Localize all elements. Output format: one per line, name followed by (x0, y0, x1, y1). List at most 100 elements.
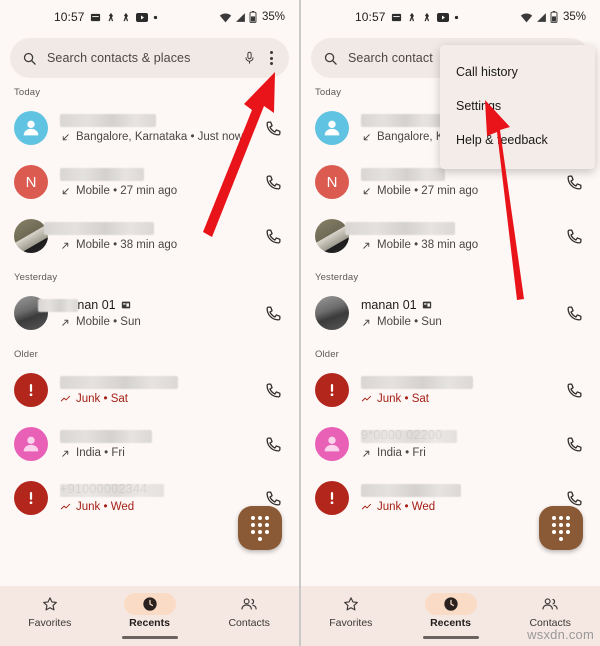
call-subtitle: Junk • Wed (361, 501, 562, 513)
search-input[interactable]: Search contacts & places (47, 51, 233, 65)
bottom-navigation: Favorites Recents Contacts (0, 586, 299, 646)
table-row[interactable]: Mobile • 38 min ago (0, 209, 299, 263)
dialpad-fab[interactable] (539, 506, 583, 550)
panel-divider (299, 0, 301, 646)
table-row[interactable]: 9*0000 02200 India • Fri (301, 417, 600, 471)
call-subtitle: India • Fri (60, 447, 261, 459)
tab-recents[interactable]: Recents (401, 593, 501, 629)
call-back-button[interactable] (562, 170, 586, 194)
call-details: Junk • Sat (361, 375, 562, 405)
table-row[interactable]: Bangalore, Karnataka • Just now (0, 101, 299, 155)
status-bar-right: 35% (219, 11, 285, 23)
call-back-button[interactable] (261, 116, 285, 140)
section-header-older: Older (315, 349, 339, 360)
exclamation-icon (321, 379, 343, 401)
clock-icon (443, 597, 458, 611)
home-indicator (422, 636, 479, 639)
call-back-button[interactable] (261, 432, 285, 456)
person-icon (324, 436, 340, 452)
tab-favorites[interactable]: Favorites (0, 593, 100, 629)
tab-label: Contacts (228, 617, 270, 629)
call-back-button[interactable] (261, 301, 285, 325)
table-row[interactable]: manan 01 Mobile • Sun (0, 286, 299, 340)
star-icon (343, 597, 358, 611)
status-bar-right: 35% (520, 11, 586, 23)
call-subtitle: Junk • Sat (361, 393, 562, 405)
outgoing-call-arrow-icon (363, 242, 370, 249)
table-row[interactable]: manan 01 Mobile • Sun (301, 286, 600, 340)
search-icon (323, 51, 338, 66)
call-back-button[interactable] (562, 301, 586, 325)
table-row[interactable]: India • Fri (0, 417, 299, 471)
section-header-yesterday: Yesterday (315, 272, 359, 283)
call-subtitle: Mobile • Sun (361, 316, 562, 328)
call-subtitle: Mobile • Sun (60, 316, 261, 328)
call-subtitle: Mobile • 38 min ago (60, 239, 261, 251)
table-row[interactable]: Mobile • 38 min ago (301, 209, 600, 263)
table-row[interactable]: N Mobile • 27 min ago (0, 155, 299, 209)
section-header-older: Older (14, 349, 38, 360)
people-icon (241, 598, 257, 610)
missed-call-icon (361, 503, 372, 509)
call-details: +91000002344 Junk • Wed (60, 482, 261, 513)
dot-icon (454, 15, 459, 20)
redacted-name (60, 483, 164, 497)
overflow-menu[interactable]: Call history Settings Help & feedback (440, 45, 595, 169)
outgoing-call-arrow-icon (363, 319, 370, 326)
avatar: N (14, 165, 48, 199)
menu-item-call-history[interactable]: Call history (440, 55, 595, 89)
missed-call-icon (361, 395, 372, 401)
overflow-menu-icon[interactable] (266, 51, 277, 65)
person-icon (324, 120, 340, 136)
calendar-icon (391, 12, 402, 23)
call-subtitle: Mobile • 27 min ago (60, 185, 261, 197)
sim-icon (121, 301, 130, 309)
person-walking-icon (106, 11, 116, 23)
table-row[interactable]: Junk • Sat (0, 363, 299, 417)
dialpad-fab[interactable] (238, 506, 282, 550)
clock-icon (142, 597, 157, 611)
tab-favorites[interactable]: Favorites (301, 593, 401, 629)
youtube-icon (436, 12, 449, 22)
call-subtitle: Mobile • 27 min ago (361, 185, 562, 197)
tab-contacts[interactable]: Contacts (500, 593, 600, 629)
call-details: Mobile • 38 min ago (345, 221, 562, 251)
tab-label: Favorites (329, 617, 373, 629)
avatar (14, 373, 48, 407)
search-bar[interactable]: Search contacts & places (10, 38, 289, 78)
call-back-button[interactable] (562, 432, 586, 456)
recents-pill (123, 593, 176, 615)
person-icon (23, 436, 39, 452)
status-bar-left: 10:57 (54, 10, 158, 24)
redacted-name (60, 429, 152, 443)
youtube-icon (135, 12, 148, 22)
signal-icon (235, 12, 246, 23)
call-back-button[interactable] (261, 170, 285, 194)
call-subtitle: India • Fri (361, 447, 562, 459)
tab-recents[interactable]: Recents (100, 593, 200, 629)
call-details: manan 01 Mobile • Sun (38, 298, 261, 328)
favorites-pill (24, 593, 76, 615)
avatar (315, 481, 349, 515)
menu-item-help-feedback[interactable]: Help & feedback (440, 123, 595, 157)
call-back-button[interactable] (261, 224, 285, 248)
redacted-name (361, 113, 441, 127)
search-icon (22, 51, 37, 66)
sim-icon (422, 301, 431, 309)
tab-contacts[interactable]: Contacts (199, 593, 299, 629)
redacted-name (38, 298, 78, 312)
call-back-button[interactable] (562, 224, 586, 248)
avatar (14, 427, 48, 461)
menu-item-settings[interactable]: Settings (440, 89, 595, 123)
avatar (315, 296, 349, 330)
call-back-button[interactable] (562, 378, 586, 402)
redacted-name (361, 375, 473, 389)
person-icon (23, 120, 39, 136)
contacts-pill (524, 593, 576, 615)
tab-label: Recents (430, 617, 471, 629)
mic-icon[interactable] (243, 51, 256, 66)
screenshot-stage: 10:57 35% Search contacts & places Today… (0, 0, 600, 646)
table-row[interactable]: Junk • Sat (301, 363, 600, 417)
call-subtitle: Junk • Wed (60, 501, 261, 513)
call-back-button[interactable] (261, 378, 285, 402)
